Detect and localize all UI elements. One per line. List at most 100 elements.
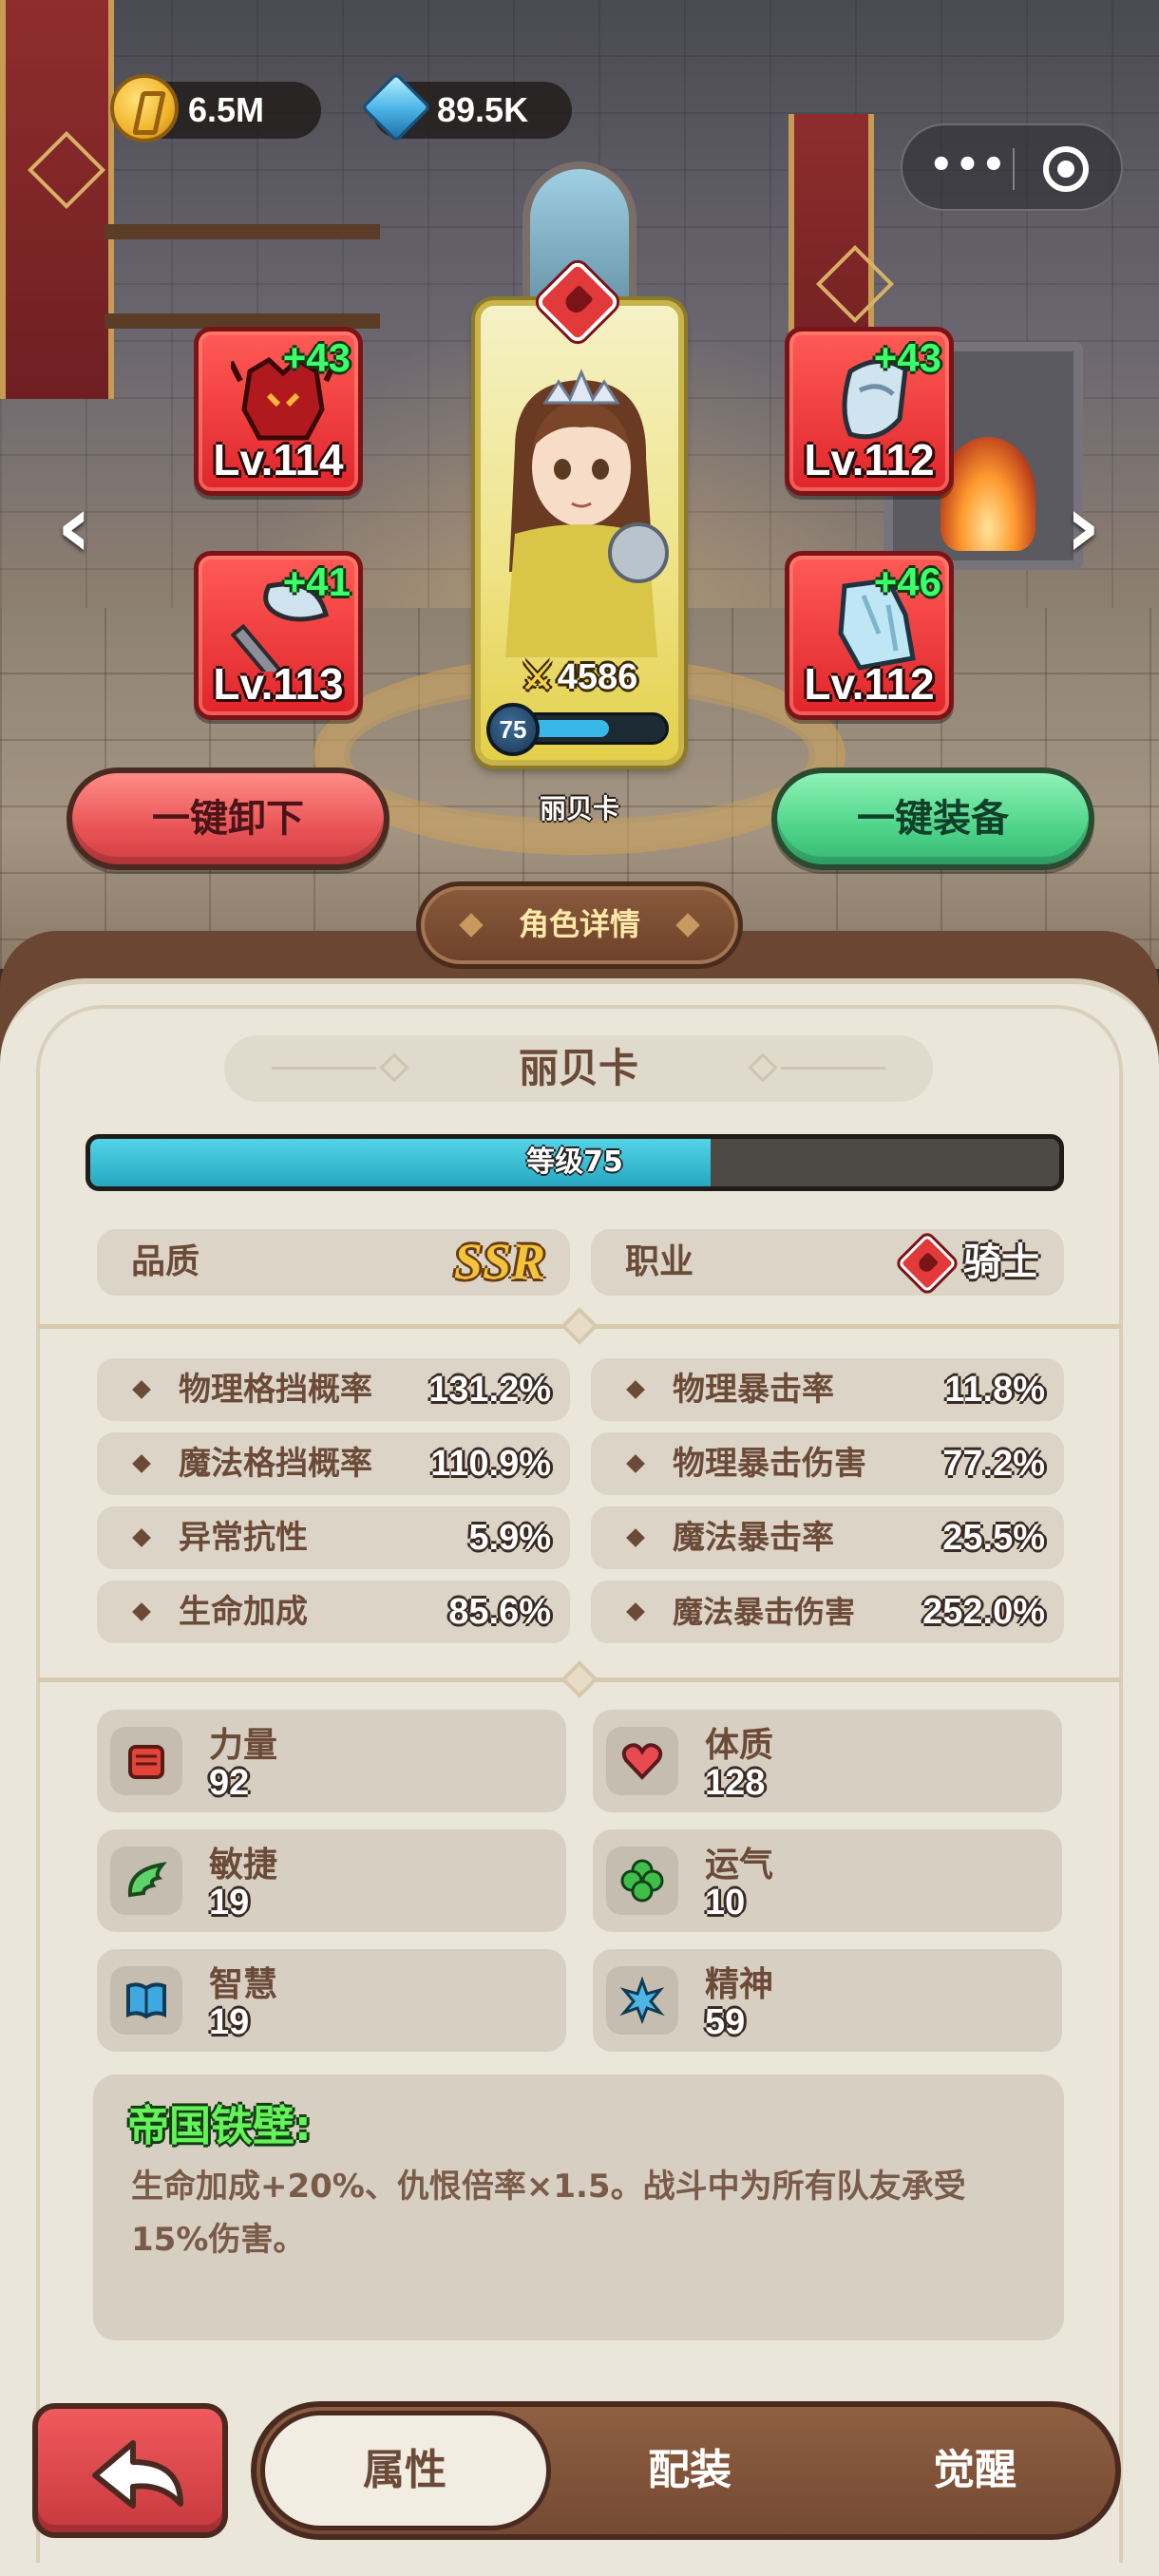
prev-hero-arrow[interactable]: ‹ bbox=[46, 484, 103, 570]
level-progress-bar: 等级75 bbox=[86, 1134, 1064, 1191]
mini-program-capsule: ••• bbox=[901, 123, 1123, 211]
attribute-value: 19 bbox=[209, 2002, 250, 2042]
attribute-value: 59 bbox=[705, 2002, 746, 2042]
section-divider bbox=[38, 1307, 1121, 1345]
attribute-card-wisdom: 智慧 19 bbox=[97, 1949, 566, 2052]
stat-value: 252.0% bbox=[922, 1592, 1045, 1632]
stat-name: 生命加成 bbox=[179, 1593, 308, 1631]
stat-row: 魔法格挡概率 110.9% bbox=[97, 1432, 570, 1495]
stat-row: 魔法暴击伤害 252.0% bbox=[591, 1581, 1064, 1643]
quality-ssr-badge: SSR bbox=[453, 1233, 545, 1290]
hero-portrait-card[interactable]: ⚔ 4586 75 bbox=[475, 300, 684, 766]
hero-name-plate: 丽贝卡 bbox=[224, 1035, 933, 1102]
level-text: 等级75 bbox=[526, 1146, 623, 1179]
stat-name: 物理暴击率 bbox=[673, 1371, 834, 1409]
item-level: Lv.113 bbox=[213, 659, 344, 709]
close-target-button[interactable] bbox=[1043, 146, 1089, 192]
book-icon bbox=[110, 1966, 182, 2035]
skill-description-box: 帝国铁壁: 生命加成+20%、仇恨倍率×1.5。战斗中为所有队友承受15%伤害。 bbox=[93, 2074, 1064, 2340]
fire bbox=[940, 437, 1036, 551]
class-label: 职业 bbox=[625, 1242, 694, 1281]
class-pill: 职业 骑士 bbox=[591, 1229, 1064, 1296]
enhance-bonus: +43 bbox=[282, 335, 351, 380]
diamond-bullet-icon bbox=[132, 1528, 151, 1547]
hero-portrait bbox=[505, 369, 669, 657]
stat-row: 物理格挡概率 131.2% bbox=[97, 1358, 570, 1421]
gold-coin-icon bbox=[110, 74, 179, 142]
attribute-name: 力量 bbox=[209, 1726, 278, 1765]
tab-label-attributes[interactable]: 属性 bbox=[262, 2407, 547, 2534]
equip-slot-helmet[interactable]: +43 Lv.114 bbox=[194, 327, 363, 496]
item-level: Lv.114 bbox=[213, 435, 344, 484]
stat-value: 131.2% bbox=[428, 1370, 551, 1410]
attribute-card-spirit: 精神 59 bbox=[593, 1949, 1062, 2052]
stat-value: 85.6% bbox=[448, 1592, 551, 1632]
attribute-card-constitution: 体质 128 bbox=[593, 1710, 1062, 1812]
item-level: Lv.112 bbox=[804, 435, 935, 484]
gem-counter: 89.5K bbox=[360, 71, 572, 143]
gold-amount: 6.5M bbox=[188, 90, 265, 129]
stat-value: 5.9% bbox=[468, 1518, 551, 1558]
equip-slot-boots[interactable]: +46 Lv.112 bbox=[785, 551, 954, 720]
tab-awaken[interactable]: 觉醒 bbox=[832, 2407, 1117, 2534]
clover-icon bbox=[606, 1847, 678, 1915]
red-banner-left bbox=[0, 0, 114, 399]
enhance-bonus: +46 bbox=[873, 559, 941, 604]
more-options-button[interactable]: ••• bbox=[929, 146, 1006, 192]
hero-name: 丽贝卡 bbox=[518, 1045, 638, 1091]
equip-slot-weapon[interactable]: +41 Lv.113 bbox=[194, 551, 363, 720]
sword-icon: ⚔ bbox=[521, 657, 554, 697]
knight-class-icon bbox=[897, 1233, 958, 1294]
equip-all-button[interactable]: 一键装备 bbox=[771, 767, 1094, 870]
next-hero-arrow[interactable]: › bbox=[1054, 484, 1112, 570]
diamond-bullet-icon bbox=[626, 1528, 645, 1547]
hero-name-label: 丽贝卡 bbox=[539, 793, 619, 824]
attribute-value: 10 bbox=[705, 1883, 746, 1923]
enhance-bonus: +43 bbox=[873, 335, 941, 380]
attribute-name: 精神 bbox=[705, 1965, 774, 2004]
section-divider bbox=[38, 1660, 1121, 1698]
enhance-bonus: +41 bbox=[282, 559, 351, 604]
hero-level-badge: 75 bbox=[486, 703, 540, 756]
wing-icon bbox=[110, 1847, 182, 1915]
attribute-value: 128 bbox=[705, 1763, 766, 1803]
attribute-name: 运气 bbox=[705, 1846, 774, 1885]
stat-value: 77.2% bbox=[942, 1444, 1045, 1484]
skill-title: 帝国铁壁: bbox=[127, 2102, 312, 2150]
stat-row: 物理暴击伤害 77.2% bbox=[591, 1432, 1064, 1495]
unequip-all-button[interactable]: 一键卸下 bbox=[66, 767, 390, 870]
attribute-card-agility: 敏捷 19 bbox=[97, 1829, 566, 1932]
diamond-bullet-icon bbox=[132, 1602, 151, 1621]
attribute-name: 体质 bbox=[705, 1726, 774, 1765]
stat-row: 生命加成 85.6% bbox=[97, 1581, 570, 1643]
back-button[interactable] bbox=[32, 2403, 228, 2538]
stat-row: 异常抗性 5.9% bbox=[97, 1506, 570, 1569]
gem-amount: 89.5K bbox=[437, 90, 529, 129]
attribute-card-strength: 力量 92 bbox=[97, 1710, 566, 1812]
stat-row: 物理暴击率 11.8% bbox=[591, 1358, 1064, 1421]
equip-slot-armor[interactable]: +43 Lv.112 bbox=[785, 327, 954, 496]
quality-label: 品质 bbox=[131, 1242, 200, 1281]
attribute-card-luck: 运气 10 bbox=[593, 1829, 1062, 1932]
attribute-name: 智慧 bbox=[209, 1965, 278, 2004]
diamond-bullet-icon bbox=[132, 1454, 151, 1473]
attribute-name: 敏捷 bbox=[209, 1846, 278, 1885]
diamond-bullet-icon bbox=[626, 1602, 645, 1621]
attribute-value: 92 bbox=[209, 1763, 250, 1803]
fist-icon bbox=[110, 1727, 182, 1795]
bottom-tab-bar: 属性 配装 觉醒 bbox=[251, 2401, 1121, 2540]
diamond-bullet-icon bbox=[132, 1380, 151, 1399]
gold-counter: 6.5M bbox=[110, 74, 321, 142]
stat-row: 魔法暴击率 25.5% bbox=[591, 1506, 1064, 1569]
stat-name: 魔法暴击率 bbox=[673, 1519, 834, 1557]
class-value: 骑士 bbox=[963, 1241, 1039, 1284]
hero-xp-fill bbox=[529, 720, 609, 737]
quality-pill: 品质 SSR bbox=[97, 1229, 570, 1296]
stat-name: 物理格挡概率 bbox=[179, 1371, 372, 1409]
diamond-bullet-icon bbox=[626, 1454, 645, 1473]
tab-loadout[interactable]: 配装 bbox=[547, 2407, 832, 2534]
spirit-star-icon bbox=[606, 1966, 678, 2035]
character-screen: 6.5M 89.5K ••• ‹ › +43 Lv.114 +41 Lv.113 bbox=[0, 0, 1159, 2576]
stat-name: 异常抗性 bbox=[179, 1519, 308, 1557]
stat-name: 物理暴击伤害 bbox=[673, 1445, 866, 1483]
